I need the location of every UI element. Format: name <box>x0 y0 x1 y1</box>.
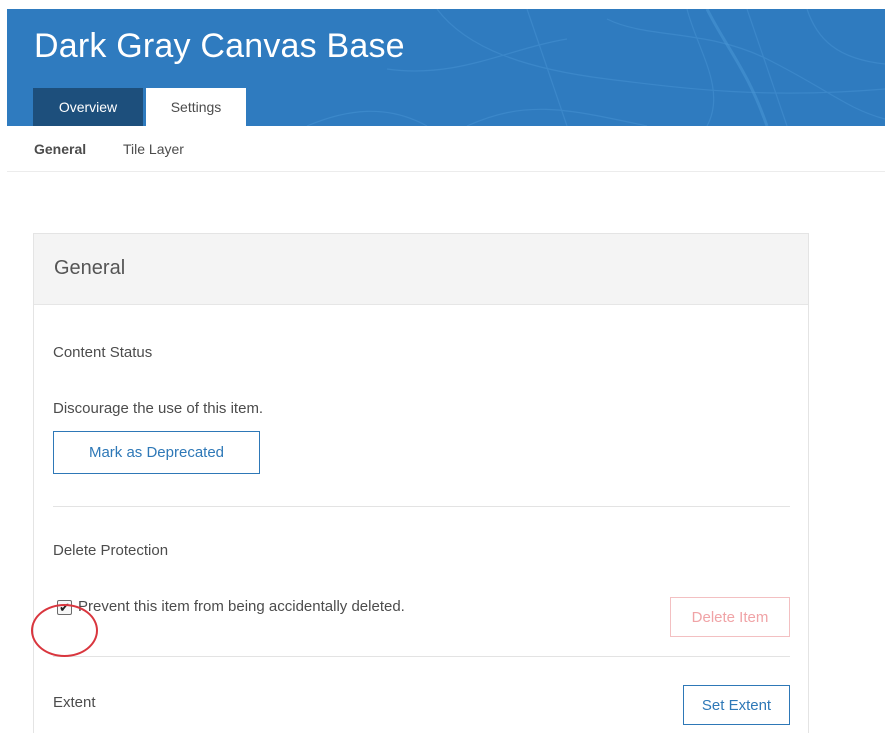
item-header-banner: Dark Gray Canvas Base Overview Settings <box>7 9 885 126</box>
general-settings-panel: General Content Status Discourage the us… <box>33 233 809 733</box>
page-title: Dark Gray Canvas Base <box>34 27 405 65</box>
section-divider <box>53 656 790 657</box>
highlight-circle-annotation <box>31 604 98 657</box>
extent-title: Extent <box>53 694 96 711</box>
mark-as-deprecated-button[interactable]: Mark as Deprecated <box>53 431 260 474</box>
set-extent-button[interactable]: Set Extent <box>683 685 790 725</box>
delete-item-button[interactable]: Delete Item <box>670 597 790 637</box>
tab-settings[interactable]: Settings <box>146 88 246 126</box>
panel-header: General <box>34 234 808 305</box>
prevent-deletion-label: Prevent this item from being accidentall… <box>78 598 405 615</box>
section-divider <box>53 506 790 507</box>
settings-subnav: General Tile Layer <box>7 126 885 172</box>
tab-overview[interactable]: Overview <box>33 88 143 126</box>
delete-protection-title: Delete Protection <box>53 542 169 559</box>
content-status-description: Discourage the use of this item. <box>53 400 264 417</box>
panel-heading: General <box>54 257 126 279</box>
content-status-title: Content Status <box>53 344 153 361</box>
subnav-item-tile-layer[interactable]: Tile Layer <box>123 141 184 157</box>
subnav-item-general[interactable]: General <box>34 141 86 157</box>
